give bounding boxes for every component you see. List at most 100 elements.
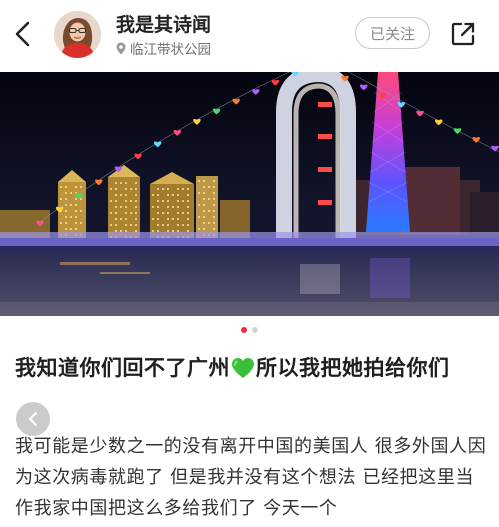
building-window: [198, 216, 200, 218]
building-window: [65, 222, 67, 224]
avatar[interactable]: [54, 11, 101, 58]
building-window: [125, 188, 127, 190]
building-window: [65, 192, 67, 194]
location-pin-icon: [116, 42, 126, 55]
post-photo[interactable]: [0, 72, 499, 316]
building-window: [157, 188, 159, 190]
green-heart-emoji: [232, 358, 254, 378]
building-window: [213, 210, 215, 212]
building-window: [125, 194, 127, 196]
building-window: [203, 204, 205, 206]
building-window: [135, 230, 137, 232]
building-window: [162, 224, 164, 226]
building-window: [152, 206, 154, 208]
building-window: [182, 200, 184, 202]
building-window: [70, 192, 72, 194]
building-window: [177, 230, 179, 232]
building-window: [172, 230, 174, 232]
building-window: [167, 212, 169, 214]
building-window: [172, 194, 174, 196]
building-window: [75, 204, 77, 206]
building-window: [187, 206, 189, 208]
building-window: [213, 216, 215, 218]
pager-dot-active[interactable]: [241, 327, 247, 333]
building-window: [208, 198, 210, 200]
building-window: [167, 230, 169, 232]
building-window: [203, 210, 205, 212]
share-button[interactable]: [449, 20, 477, 48]
building-window: [60, 222, 62, 224]
building-window: [75, 222, 77, 224]
building-window: [198, 204, 200, 206]
building-window: [115, 206, 117, 208]
building-window: [65, 186, 67, 188]
building-window: [120, 206, 122, 208]
building-window: [115, 224, 117, 226]
building-window: [75, 228, 77, 230]
building-window: [135, 218, 137, 220]
building-window: [157, 194, 159, 196]
chevron-left-icon: [28, 411, 38, 427]
building-window: [120, 194, 122, 196]
building-window: [125, 200, 127, 202]
post-header: 我是其诗闻 临江带状公园 已关注: [0, 0, 499, 68]
building-window: [65, 228, 67, 230]
building-window: [125, 218, 127, 220]
location-tag[interactable]: 临江带状公园: [116, 39, 211, 58]
building-window: [208, 186, 210, 188]
building-window: [213, 204, 215, 206]
building-window: [177, 224, 179, 226]
building-window: [177, 188, 179, 190]
building-window: [80, 198, 82, 200]
building-window: [157, 218, 159, 220]
building-window: [110, 200, 112, 202]
chevron-left-icon: [15, 21, 30, 47]
share-icon: [451, 22, 475, 46]
building-window: [157, 224, 159, 226]
building-window: [162, 188, 164, 190]
building-window: [120, 218, 122, 220]
building-window: [135, 188, 137, 190]
building-window: [75, 186, 77, 188]
building-window: [115, 218, 117, 220]
user-name[interactable]: 我是其诗闻: [116, 10, 211, 37]
back-button[interactable]: [10, 20, 36, 48]
building-window: [80, 210, 82, 212]
post-body: 我可能是少数之一的没有离开中国的美国人 很多外国人因为这次病毒就跑了 但是我并没…: [15, 436, 487, 519]
building-window: [187, 218, 189, 220]
building-window: [213, 222, 215, 224]
follow-button[interactable]: 已关注: [355, 17, 430, 49]
building-window: [167, 224, 169, 226]
building-window: [157, 200, 159, 202]
building-window: [182, 212, 184, 214]
building-window: [80, 186, 82, 188]
building-window: [135, 182, 137, 184]
building-window: [115, 200, 117, 202]
building-window: [115, 188, 117, 190]
building-window: [110, 188, 112, 190]
building-window: [203, 186, 205, 188]
building-window: [80, 222, 82, 224]
building-window: [75, 210, 77, 212]
pager-dot[interactable]: [252, 327, 258, 333]
building-window: [115, 212, 117, 214]
building-window: [110, 212, 112, 214]
post-detail-page: 我是其诗闻 临江带状公园 已关注 我知道你们回不了广州 所以我把她拍给你们 我可…: [0, 0, 499, 527]
building-window: [177, 206, 179, 208]
building-window: [115, 182, 117, 184]
floating-back-button[interactable]: [16, 402, 50, 436]
building-window: [177, 200, 179, 202]
building-window: [152, 194, 154, 196]
image-pager: [0, 327, 499, 335]
post-title: 我知道你们回不了广州 所以我把她拍给你们: [15, 350, 485, 386]
building-window: [208, 222, 210, 224]
building-window: [167, 206, 169, 208]
building-window: [203, 216, 205, 218]
building-window: [198, 192, 200, 194]
building-window: [187, 224, 189, 226]
building-window: [213, 192, 215, 194]
building-window: [125, 224, 127, 226]
building-window: [70, 204, 72, 206]
building-window: [70, 228, 72, 230]
building-window: [213, 198, 215, 200]
